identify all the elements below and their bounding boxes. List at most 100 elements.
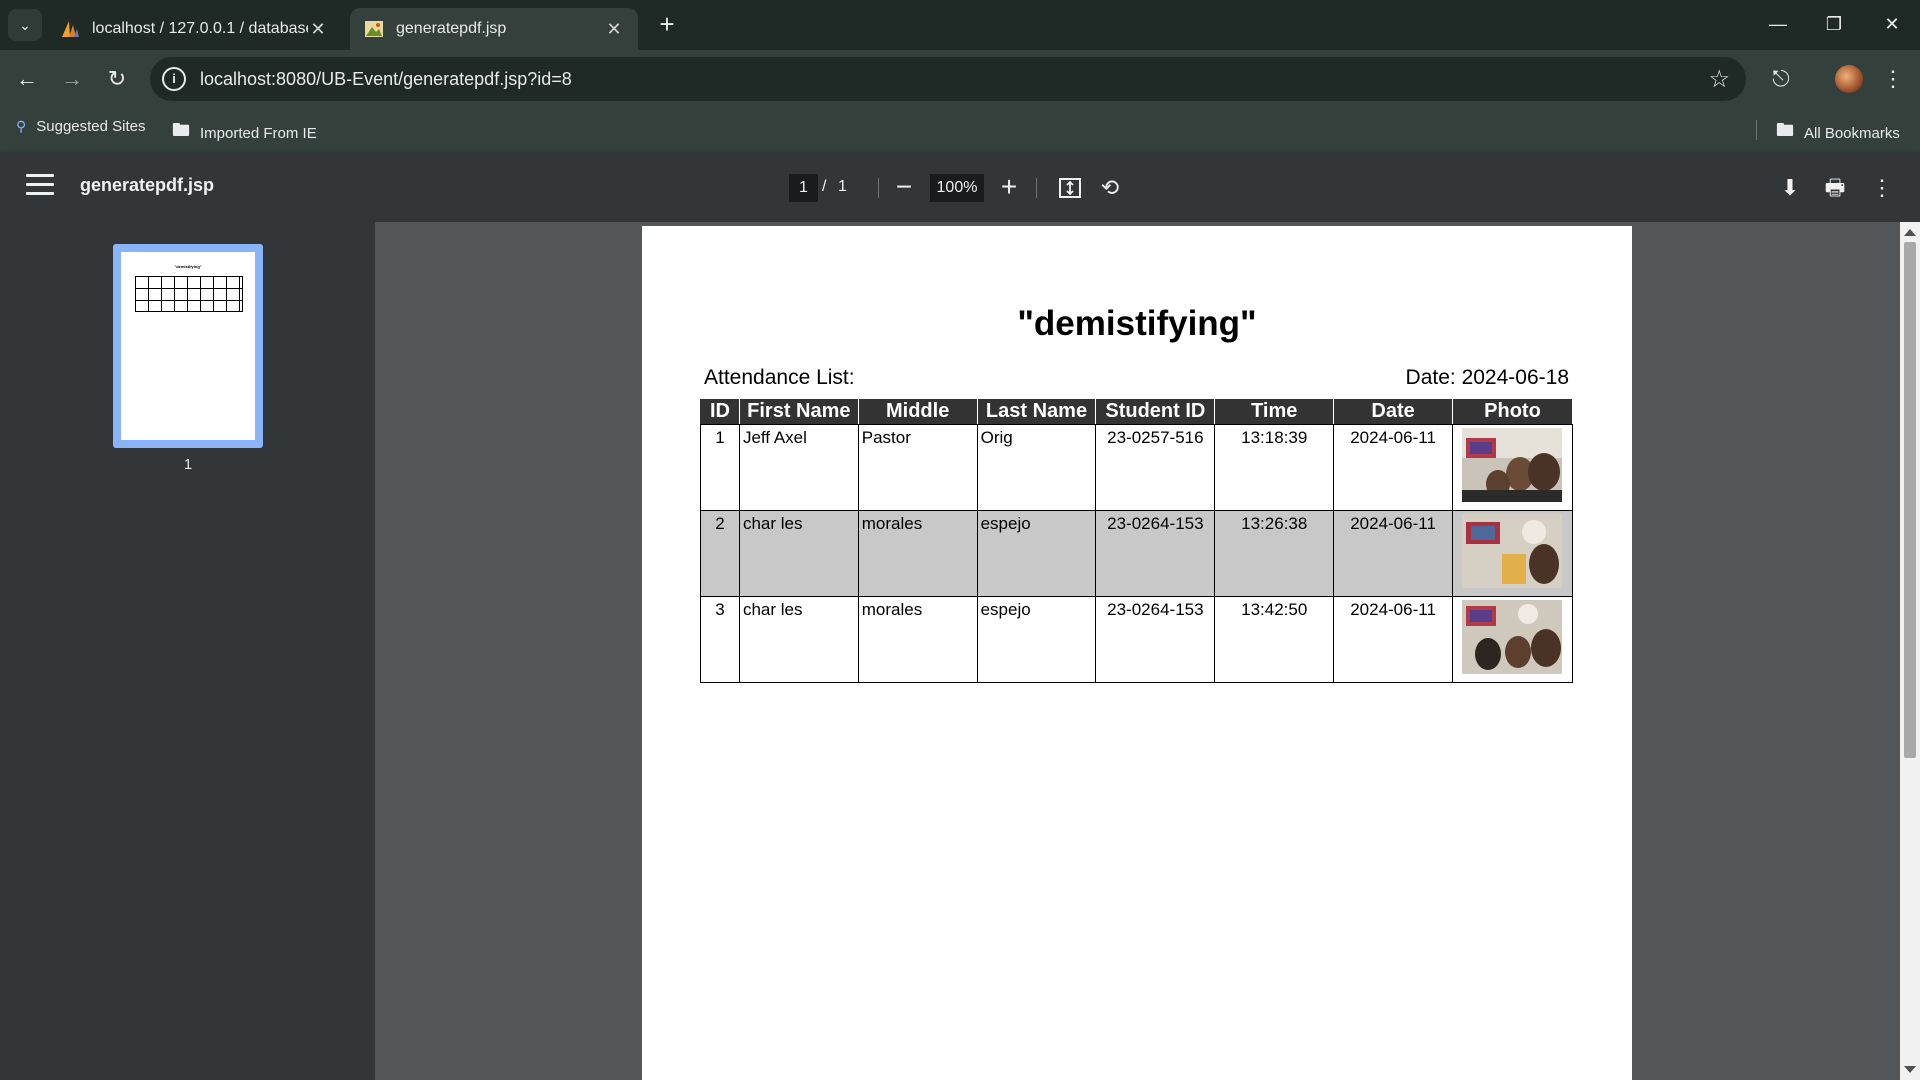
rotate-icon[interactable]: ⟲ [1094,172,1126,204]
minimize-icon[interactable]: — [1758,8,1798,40]
cell-photo [1451,424,1574,511]
tab-phpmyadmin[interactable]: localhost / 127.0.0.1 / database ✕ [46,8,342,50]
new-tab-button[interactable]: + [652,10,682,40]
column-header: Photo [1451,398,1574,425]
download-icon[interactable]: ⬇ [1774,172,1806,204]
folder-icon: 🖿 [172,120,190,140]
tab-title: localhost / 127.0.0.1 / database [92,20,308,37]
cell-student-id: 23-0257-516 [1095,424,1216,511]
cell-last-name: Orig [976,424,1097,511]
image-favicon-icon [365,21,383,37]
menu-icon[interactable] [26,174,54,196]
more-options-icon[interactable]: ⋮ [1866,172,1898,204]
cell-id: 1 [700,424,740,511]
scroll-thumb[interactable] [1904,242,1916,758]
zoom-input[interactable]: 100% [930,174,984,202]
bookmark-label: Suggested Sites [36,118,146,135]
cell-last-name: espejo [976,596,1097,683]
page-number-input[interactable]: 1 [789,174,818,202]
zoom-in-icon[interactable]: + [994,170,1024,206]
cell-time: 13:42:50 [1214,596,1335,683]
cell-first-name: Jeff Axel [738,424,859,511]
cell-student-id: 23-0264-153 [1095,510,1216,597]
thumbnail-sidebar: "demistifying" 1 [0,222,375,1080]
table-row: 1 Jeff Axel Pastor Orig 23-0257-516 13:1… [700,424,1574,511]
print-icon[interactable]: 🖶 [1819,172,1851,204]
toolbar-divider [878,178,879,198]
pdf-title: generatepdf.jsp [80,175,215,195]
thumbnail-page-number: 1 [183,456,193,473]
toolbar-divider [1036,178,1037,198]
bookmark-label: Imported From IE [200,124,317,142]
cell-id: 3 [700,596,740,683]
bookmark-label: All Bookmarks [1804,124,1900,142]
scroll-up-icon[interactable] [1904,229,1916,236]
bookmark-imported-from-ie[interactable]: 🖿 Imported From IE [172,118,317,148]
pdf-toolbar: generatepdf.jsp 1 / 1 − 100% + ⟲ ⬇ 🖶 ⋮ [0,152,1920,222]
url-text[interactable]: localhost:8080/UB-Event/generatepdf.jsp?… [200,69,1708,90]
restore-icon[interactable]: ❐ [1814,8,1854,40]
bookmark-star-icon[interactable]: ☆ [1708,65,1730,94]
page-separator: / [822,178,827,195]
attendance-list-label: Attendance List: [704,366,855,389]
cell-middle-name: morales [857,596,978,683]
cell-student-id: 23-0264-153 [1095,596,1216,683]
cell-photo [1451,596,1574,683]
fit-page-icon[interactable] [1054,172,1086,204]
cell-id: 2 [700,510,740,597]
search-icon: ⚲ [16,118,27,134]
zoom-out-icon[interactable]: − [889,170,919,206]
thumbnail-title: "demistifying" [174,264,202,269]
tab-close-icon[interactable]: ✕ [604,19,624,40]
column-header: Middle [857,398,978,425]
phpmyadmin-favicon-icon [62,21,79,37]
forward-icon[interactable]: → [55,62,89,96]
reload-icon[interactable]: ↻ [100,62,134,96]
column-header: ID [700,398,740,425]
column-header: Time [1214,398,1335,425]
pdf-page: "demistifying" Attendance List: Date: 20… [642,226,1632,1080]
chevron-down-icon: ⌄ [19,16,31,33]
tab-title: generatepdf.jsp [396,20,507,37]
cell-time: 13:26:38 [1214,510,1335,597]
scroll-down-icon[interactable] [1904,1066,1916,1073]
profile-avatar[interactable] [1835,65,1863,93]
tab-close-icon[interactable]: ✕ [308,19,328,40]
bookmarks-bar: ⚲ Suggested Sites 🖿 Imported From IE 🖿 A… [0,108,1920,152]
attendance-table: ID First Name Middle Last Name Student I… [700,398,1574,683]
cell-date: 2024-06-11 [1333,596,1453,683]
column-header: Last Name [976,398,1097,425]
tab-generatepdf[interactable]: generatepdf.jsp ✕ [350,8,638,50]
address-bar[interactable]: i localhost:8080/UB-Event/generatepdf.js… [150,57,1746,101]
browser-menu-icon[interactable]: ⋮ [1880,62,1906,96]
cell-middle-name: morales [857,510,978,597]
pdf-viewport: "demistifying" Attendance List: Date: 20… [375,222,1920,1080]
column-header: Date [1333,398,1453,425]
cell-middle-name: Pastor [857,424,978,511]
student-photo [1462,514,1563,588]
site-info-icon[interactable]: i [162,67,186,91]
student-photo [1462,428,1563,502]
extensions-icon[interactable]: ⎋ [1764,62,1798,96]
page-thumbnail[interactable]: "demistifying" [113,244,263,448]
window-close-icon[interactable]: ✕ [1872,8,1912,40]
bookmark-separator [1756,120,1757,140]
page-total: 1 [838,178,847,195]
thumbnail-table-rows [135,276,243,312]
browser-toolbar: ← → ↻ i localhost:8080/UB-Event/generate… [0,50,1920,108]
bookmark-suggested-sites[interactable]: ⚲ Suggested Sites [16,118,146,135]
thumbnail-page: "demistifying" [121,252,255,440]
table-row: 2 char les morales espejo 23-0264-153 13… [700,510,1574,597]
column-header: First Name [738,398,859,425]
student-photo [1462,600,1563,674]
scrollbar[interactable] [1900,222,1920,1080]
back-icon[interactable]: ← [10,62,44,96]
report-date: Date: 2024-06-18 [1405,366,1569,389]
bookmark-all-bookmarks[interactable]: 🖿 All Bookmarks [1776,118,1900,148]
cell-time: 13:18:39 [1214,424,1335,511]
table-row: 3 char les morales espejo 23-0264-153 13… [700,596,1574,683]
table-header-row: ID First Name Middle Last Name Student I… [700,398,1574,425]
tab-search-button[interactable]: ⌄ [8,9,42,41]
tab-strip: ⌄ localhost / 127.0.0.1 / database ✕ gen… [0,0,1920,50]
cell-date: 2024-06-11 [1333,424,1453,511]
